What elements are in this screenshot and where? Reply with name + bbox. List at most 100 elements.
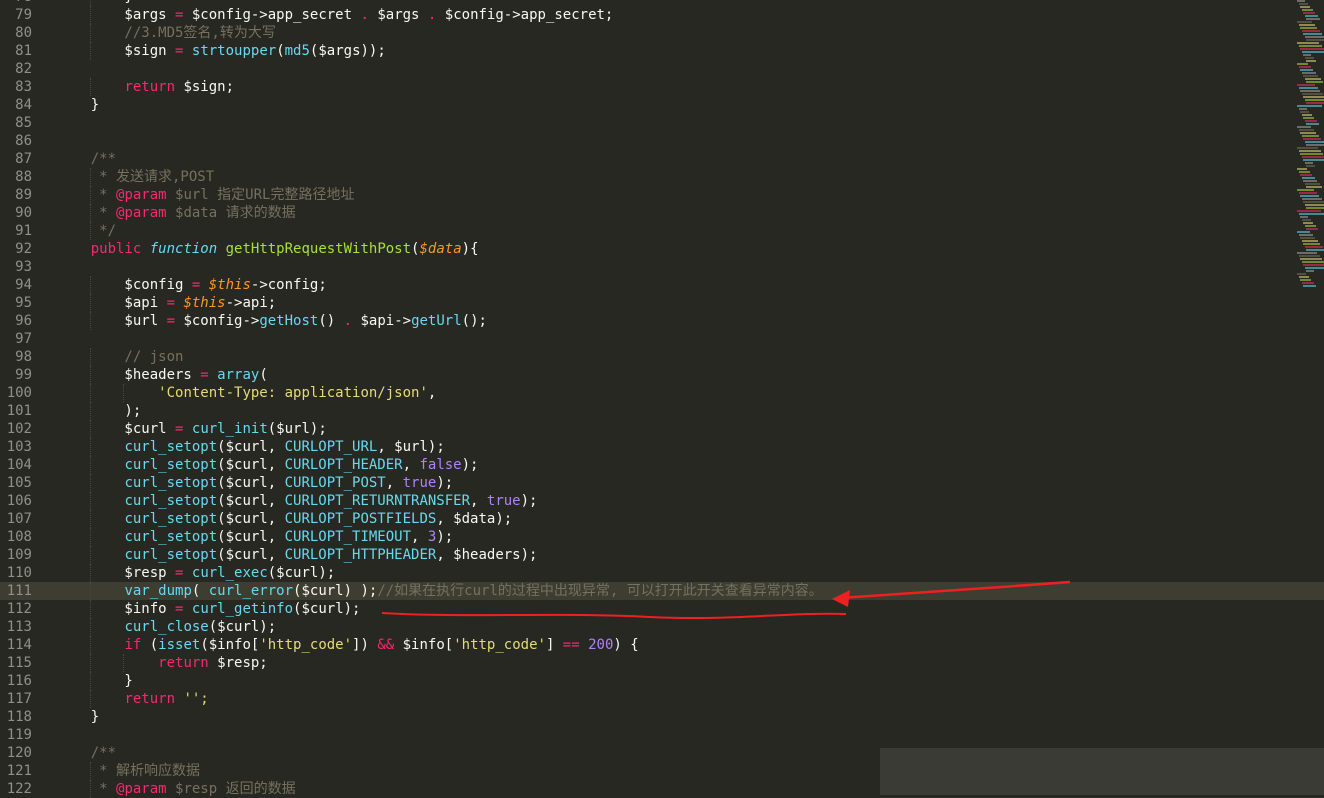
minimap-line: [1299, 3, 1308, 5]
code-text: curl_setopt($curl, CURLOPT_TIMEOUT, 3);: [57, 528, 453, 546]
code-line[interactable]: 105 curl_setopt($curl, CURLOPT_POST, tru…: [0, 474, 1324, 492]
code-line[interactable]: 89 * @param $url 指定URL完整路径地址: [0, 186, 1324, 204]
line-number: 92: [0, 240, 32, 258]
code-line[interactable]: 92 public function getHttpRequestWithPos…: [0, 240, 1324, 258]
code-line[interactable]: 108 curl_setopt($curl, CURLOPT_TIMEOUT, …: [0, 528, 1324, 546]
code-token: return: [124, 691, 175, 707]
code-line[interactable]: 113 curl_close($curl);: [0, 618, 1324, 636]
code-line[interactable]: 110 $resp = curl_exec($curl);: [0, 564, 1324, 582]
code-line[interactable]: 81 $sign = strtoupper(md5($args));: [0, 42, 1324, 60]
code-line[interactable]: 91 */: [0, 222, 1324, 240]
code-text: if (isset($info['http_code']) && $info['…: [57, 636, 639, 654]
minimap-line: [1306, 102, 1324, 104]
minimap-line: [1305, 246, 1323, 248]
code-line[interactable]: 82: [0, 60, 1324, 78]
code-line[interactable]: 93: [0, 258, 1324, 276]
code-line[interactable]: 112 $info = curl_getinfo($curl);: [0, 600, 1324, 618]
code-line[interactable]: 101 );: [0, 402, 1324, 420]
code-line[interactable]: 109 curl_setopt($curl, CURLOPT_HTTPHEADE…: [0, 546, 1324, 564]
code-token: [57, 529, 124, 545]
code-editor[interactable]: 78 }79 $args = $config->app_secret . $ar…: [0, 0, 1324, 798]
code-token: [57, 691, 124, 707]
code-line[interactable]: 99 $headers = array(: [0, 366, 1324, 384]
code-token: $url: [57, 313, 167, 329]
minimap-line: [1305, 15, 1318, 17]
code-line[interactable]: 104 curl_setopt($curl, CURLOPT_HEADER, f…: [0, 456, 1324, 474]
code-token: (): [318, 313, 343, 329]
code-line[interactable]: 117 return '';: [0, 690, 1324, 708]
code-token: =: [167, 313, 175, 329]
code-line[interactable]: 107 curl_setopt($curl, CURLOPT_POSTFIELD…: [0, 510, 1324, 528]
code-line[interactable]: 97: [0, 330, 1324, 348]
code-token: /**: [57, 151, 116, 167]
code-text: return $sign;: [57, 78, 234, 96]
line-number: 105: [0, 474, 32, 492]
line-number: 104: [0, 456, 32, 474]
code-line[interactable]: 111 var_dump( curl_error($curl) );//如果在执…: [0, 582, 1324, 600]
line-number: 107: [0, 510, 32, 528]
code-line[interactable]: 114 if (isset($info['http_code']) && $in…: [0, 636, 1324, 654]
code-token: ){: [462, 241, 479, 257]
minimap-line: [1300, 153, 1323, 155]
code-line[interactable]: 100 'Content-Type: application/json',: [0, 384, 1324, 402]
code-text: $info = curl_getinfo($curl);: [57, 600, 360, 618]
code-text: * @param $data 请求的数据: [57, 204, 296, 222]
code-token: curl_setopt: [124, 493, 217, 509]
code-token: ,: [428, 385, 436, 401]
code-line[interactable]: 115 return $resp;: [0, 654, 1324, 672]
code-token: }: [57, 0, 133, 5]
code-token: [57, 493, 124, 509]
minimap-line: [1299, 213, 1324, 215]
minimap-line: [1306, 165, 1315, 167]
line-number: 103: [0, 438, 32, 456]
code-line[interactable]: 85: [0, 114, 1324, 132]
code-token: true: [487, 493, 521, 509]
code-text: 'Content-Type: application/json',: [57, 384, 436, 402]
code-text: return '';: [57, 690, 209, 708]
code-line[interactable]: 83 return $sign;: [0, 78, 1324, 96]
code-token: );: [521, 493, 538, 509]
code-token: $info[: [394, 637, 453, 653]
minimap[interactable]: [1293, 0, 1324, 300]
code-text: /**: [57, 150, 116, 168]
code-token: (: [276, 43, 284, 59]
minimap-line: [1305, 36, 1324, 38]
code-token: [57, 439, 124, 455]
line-number: 93: [0, 258, 32, 276]
code-text: $args = $config->app_secret . $args . $c…: [57, 6, 613, 24]
code-token: [57, 457, 124, 473]
code-line[interactable]: 86: [0, 132, 1324, 150]
minimap-line: [1297, 189, 1314, 191]
code-token: =: [167, 295, 175, 311]
code-line[interactable]: 95 $api = $this->api;: [0, 294, 1324, 312]
code-text: }: [57, 708, 99, 726]
code-line[interactable]: 96 $url = $config->getHost() . $api->get…: [0, 312, 1324, 330]
code-line[interactable]: 119: [0, 726, 1324, 744]
code-line[interactable]: 88 * 发送请求,POST: [0, 168, 1324, 186]
code-text: $resp = curl_exec($curl);: [57, 564, 335, 582]
code-text: * @param $url 指定URL完整路径地址: [57, 186, 354, 204]
code-line[interactable]: 116 }: [0, 672, 1324, 690]
code-line[interactable]: 98 // json: [0, 348, 1324, 366]
code-token: //3.MD5签名,转为大写: [57, 25, 276, 41]
code-token: $this: [209, 277, 251, 293]
code-token: // json: [57, 349, 183, 365]
code-token: ($curl);: [209, 619, 276, 635]
code-line[interactable]: 94 $config = $this->config;: [0, 276, 1324, 294]
line-number: 116: [0, 672, 32, 690]
code-token: $data: [419, 241, 461, 257]
code-line[interactable]: 106 curl_setopt($curl, CURLOPT_RETURNTRA…: [0, 492, 1324, 510]
minimap-line: [1299, 150, 1321, 152]
code-line[interactable]: 90 * @param $data 请求的数据: [0, 204, 1324, 222]
code-line[interactable]: 118 }: [0, 708, 1324, 726]
code-line[interactable]: 103 curl_setopt($curl, CURLOPT_URL, $url…: [0, 438, 1324, 456]
code-text: var_dump( curl_error($curl) );//如果在执行cur…: [57, 582, 823, 600]
line-number: 118: [0, 708, 32, 726]
code-line[interactable]: 84 }: [0, 96, 1324, 114]
minimap-line: [1297, 63, 1308, 65]
line-number: 113: [0, 618, 32, 636]
code-line[interactable]: 79 $args = $config->app_secret . $args .…: [0, 6, 1324, 24]
code-line[interactable]: 80 //3.MD5签名,转为大写: [0, 24, 1324, 42]
code-line[interactable]: 102 $curl = curl_init($url);: [0, 420, 1324, 438]
code-line[interactable]: 87 /**: [0, 150, 1324, 168]
